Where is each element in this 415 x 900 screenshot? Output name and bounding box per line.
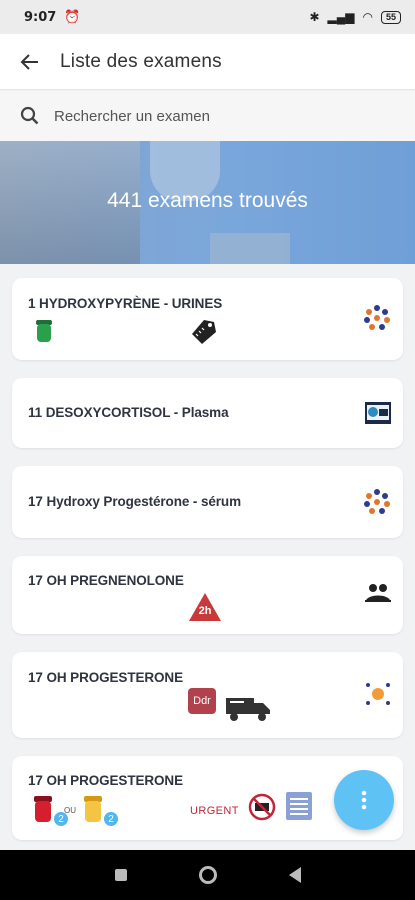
recents-button[interactable]	[114, 869, 127, 881]
delivery-truck-icon	[226, 698, 270, 721]
page-title: Liste des examens	[60, 50, 222, 72]
battery-icon: 55	[380, 10, 401, 24]
warning-label: 2h	[198, 605, 212, 617]
system-back-button[interactable]	[288, 867, 301, 883]
banner-photo-shape	[210, 233, 290, 264]
app-bar: Liste des examens	[0, 34, 415, 90]
id-card-icon	[365, 402, 391, 424]
cell-icon	[366, 683, 390, 705]
status-time: 9:07	[24, 9, 57, 25]
exam-card[interactable]: 17 OH PROGESTERONE Ddr	[12, 652, 403, 738]
molecule-dots-icon	[364, 305, 390, 330]
search-input[interactable]: Rechercher un examen	[54, 108, 210, 125]
yellow-tube-icon	[84, 796, 102, 822]
search-icon	[20, 106, 39, 125]
status-icons: ✱ ▂▄▆ ◠ 55	[309, 10, 401, 24]
arrow-left-icon	[20, 53, 38, 70]
exam-card[interactable]: 1 HYDROXYPYRÈNE - URINES	[12, 278, 403, 360]
red-tube-icon	[34, 796, 52, 822]
exam-card[interactable]: 17 Hydroxy Progestérone - sérum	[12, 466, 403, 538]
patient-bed-icon	[365, 584, 391, 602]
search-bar[interactable]: Rechercher un examen	[0, 91, 415, 141]
back-button[interactable]	[0, 34, 60, 90]
alarm-icon: ⏰	[64, 9, 81, 24]
document-icon	[286, 792, 312, 820]
exam-card[interactable]: 17 OH PREGNENOLONE 2h	[12, 556, 403, 634]
exam-card[interactable]: 11 DESOXYCORTISOL - Plasma	[12, 378, 403, 448]
system-nav-bar	[0, 850, 415, 900]
ou-label: OU	[64, 806, 76, 815]
status-bar: 9:07 ⏰ ✱ ▂▄▆ ◠ 55	[0, 0, 415, 34]
home-button[interactable]	[198, 866, 217, 884]
warning-2h-icon: 2h	[188, 592, 222, 622]
urgent-label: URGENT	[190, 805, 239, 817]
tube-count-badge: 2	[102, 810, 120, 828]
no-icon	[248, 793, 276, 821]
exam-name: 17 OH PROGESTERONE	[28, 670, 183, 685]
price-tag-icon	[192, 320, 216, 344]
wifi-icon: ◠	[362, 10, 373, 24]
exam-name: 17 Hydroxy Progestérone - sérum	[28, 494, 241, 509]
results-banner: 441 examens trouvés	[0, 141, 415, 264]
more-vertical-icon	[361, 790, 367, 810]
more-options-button[interactable]	[334, 770, 394, 830]
results-count: 441 examens trouvés	[107, 189, 308, 212]
exam-name: 17 OH PREGNENOLONE	[28, 573, 184, 588]
exam-name: 17 OH PROGESTERONE	[28, 773, 183, 788]
exam-name: 11 DESOXYCORTISOL - Plasma	[28, 405, 229, 420]
ddr-badge-icon: Ddr	[188, 688, 216, 714]
signal-icon: ▂▄▆	[327, 10, 355, 24]
exam-name: 1 HYDROXYPYRÈNE - URINES	[28, 296, 223, 311]
bluetooth-icon: ✱	[309, 10, 320, 24]
molecule-dots-icon	[364, 489, 390, 514]
green-tube-icon	[36, 320, 52, 342]
